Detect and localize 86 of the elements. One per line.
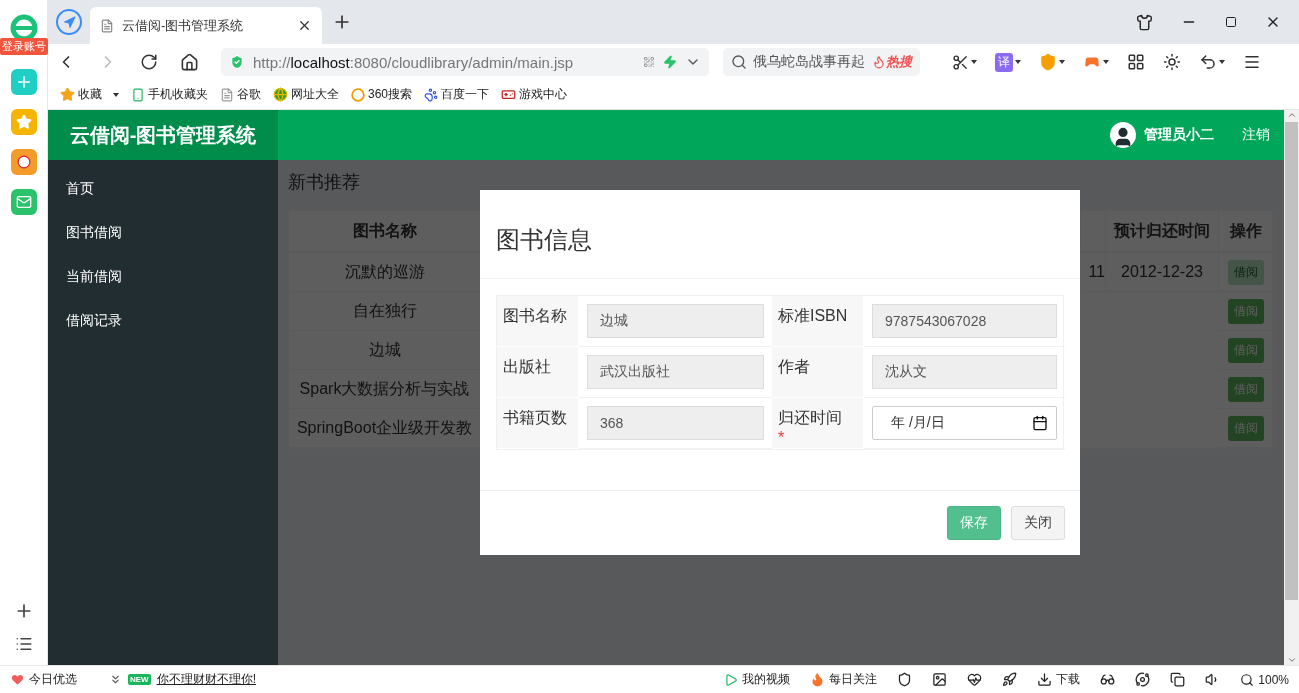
browser-tab[interactable]: 云借阅-图书管理系统 <box>90 7 322 44</box>
ring-icon <box>351 87 365 102</box>
input-field[interactable]: 武汉出版社 <box>587 355 764 389</box>
star-icon <box>60 87 75 102</box>
required-mark: * <box>778 428 785 448</box>
follow-link[interactable]: 每日关注 <box>810 671 878 688</box>
news-link[interactable]: 你不理财财不理你! <box>156 671 256 688</box>
field-label: 图书名称 <box>503 307 567 324</box>
home-icon[interactable] <box>180 52 199 72</box>
chevrons-down-icon[interactable] <box>109 673 122 686</box>
navigation-icon[interactable] <box>56 9 82 35</box>
rocket-icon[interactable] <box>1002 672 1018 687</box>
image-icon[interactable] <box>932 672 948 687</box>
field-label: 归还时间 <box>778 409 842 426</box>
flame-icon <box>872 55 886 69</box>
input-field[interactable]: 368 <box>587 406 764 440</box>
list-icon[interactable] <box>14 635 33 653</box>
avatar-icon <box>1110 122 1136 148</box>
page-icon <box>100 18 114 33</box>
brand-title: 云借阅-图书管理系统 <box>48 110 278 160</box>
sidebar-item[interactable]: 图书借阅 <box>48 210 278 254</box>
scroll-up-icon[interactable] <box>1286 110 1297 120</box>
reload-icon[interactable] <box>140 53 158 71</box>
field-label: 出版社 <box>503 358 551 375</box>
dialog-title: 图书信息 <box>480 190 1080 279</box>
input-field[interactable]: 沈从文 <box>872 355 1057 389</box>
heart-pulse-icon[interactable] <box>967 672 983 687</box>
video-link[interactable]: 我的视频 <box>724 671 791 688</box>
star-app-icon[interactable] <box>10 109 37 135</box>
close-button[interactable]: 关闭 <box>1011 506 1065 540</box>
bookmark-link[interactable]: 收藏 <box>60 86 119 103</box>
paw-icon <box>424 87 439 102</box>
download-link[interactable]: 下载 <box>1037 671 1081 688</box>
field-label: 作者 <box>778 358 810 375</box>
table-cell: 11 <box>1081 253 1106 292</box>
input-field[interactable]: 边城 <box>587 304 764 338</box>
shirt-icon[interactable] <box>1136 13 1153 31</box>
gamepad-icon <box>501 87 517 102</box>
scissors-icon[interactable] <box>952 53 977 71</box>
download-icon <box>1037 672 1053 687</box>
shield-icon[interactable] <box>897 672 913 687</box>
table-cell: 2012-12-23 <box>1106 253 1219 292</box>
bookmark-link[interactable]: 谷歌 <box>220 86 261 103</box>
search-field[interactable]: 俄乌蛇岛战事再起 热搜 <box>723 48 920 76</box>
menu-icon[interactable] <box>1243 53 1261 71</box>
field-label: 标准ISBN <box>778 307 848 324</box>
bookmark-link[interactable]: 百度一下 <box>424 86 490 103</box>
daily-picks-link[interactable]: 今日优选 <box>10 671 77 688</box>
scroll-down-icon[interactable] <box>1286 655 1297 665</box>
bookmark-link[interactable]: 手机收藏夹 <box>131 86 208 103</box>
shield-icon <box>229 54 245 70</box>
qr-code-icon[interactable] <box>643 56 655 68</box>
field-label: 书籍页数 <box>503 409 567 426</box>
close-icon[interactable] <box>297 18 312 33</box>
date-field[interactable]: 年 /月/日 <box>872 406 1057 440</box>
glasses-icon[interactable] <box>1100 672 1116 687</box>
grid-icon[interactable] <box>1127 53 1145 71</box>
phone-icon <box>131 87 145 102</box>
bookmark-link[interactable]: 网址大全 <box>273 86 339 103</box>
address-field[interactable]: http://localhost:8080/cloudlibrary/admin/main.jsp <box>221 48 709 76</box>
calendar-icon[interactable] <box>1032 415 1048 431</box>
copy-icon[interactable] <box>1170 672 1186 687</box>
globe-icon <box>273 87 288 102</box>
search-icon <box>731 54 747 70</box>
zoom-icon <box>1240 672 1255 687</box>
sidebar-item[interactable]: 借阅记录 <box>48 298 278 342</box>
sun-icon[interactable] <box>1163 53 1181 71</box>
sidebar-item[interactable]: 首页 <box>48 166 278 210</box>
maximize-icon[interactable] <box>1225 16 1237 28</box>
sidebar-item[interactable]: 当前借阅 <box>48 254 278 298</box>
input-field[interactable]: 9787543067028 <box>872 304 1057 338</box>
scrollbar[interactable] <box>1284 110 1299 665</box>
scroll-thumb[interactable] <box>1285 122 1298 600</box>
heart-icon <box>10 672 25 687</box>
new-badge: NEW <box>128 674 151 685</box>
play-icon <box>724 672 739 687</box>
page-icon <box>220 87 234 102</box>
column-header: 预计归还时间 <box>1106 211 1219 253</box>
search-text: 俄乌蛇岛战事再起 <box>753 53 865 71</box>
section-title: 新书推荐 <box>288 171 361 194</box>
zoom-control[interactable]: 100% <box>1240 672 1289 687</box>
orbit-icon[interactable] <box>1135 672 1151 687</box>
bookmark-link[interactable]: 游戏中心 <box>501 86 568 103</box>
undo-icon[interactable] <box>1199 53 1225 71</box>
bookmark-link[interactable]: 360搜索 <box>351 86 413 103</box>
column-header: 操作 <box>1219 211 1273 253</box>
